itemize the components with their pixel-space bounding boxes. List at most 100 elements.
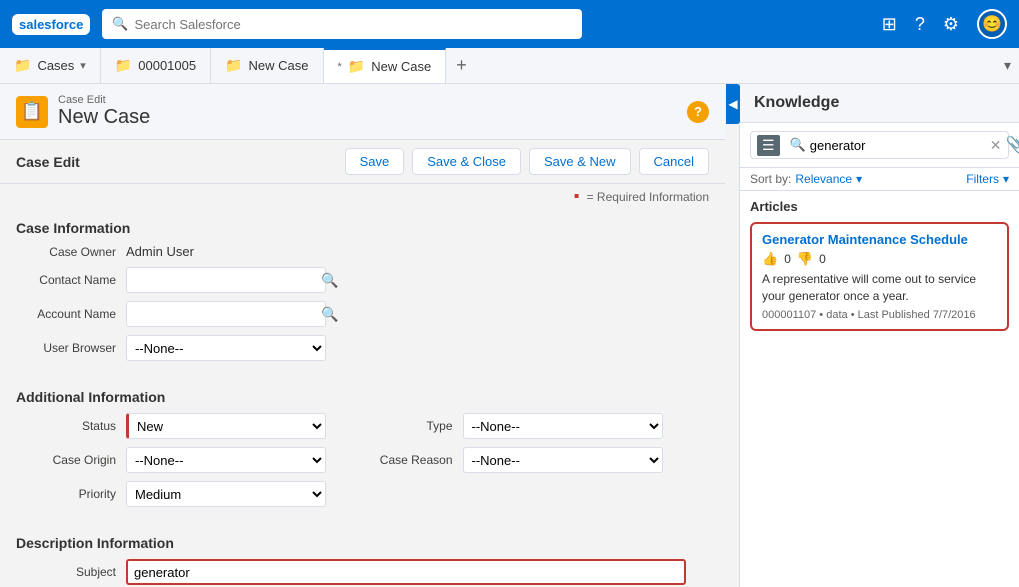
required-dot: ▪ — [574, 188, 580, 205]
tab-newcase1[interactable]: 📁 New Case — [211, 48, 323, 83]
status-type-row: Status New Type --None-- — [16, 413, 709, 439]
tab-00001005-label: 00001005 — [138, 58, 196, 73]
help-button[interactable]: ? — [687, 101, 709, 123]
article-title[interactable]: Generator Maintenance Schedule — [762, 232, 997, 247]
user-browser-row: User Browser --None-- — [16, 335, 709, 361]
additional-information-header: Additional Information — [16, 379, 709, 413]
kn-search-icon: 🔍 — [790, 137, 806, 153]
subject-input[interactable] — [126, 559, 686, 585]
article-meta: 000001107 • data • Last Published 7/7/20… — [762, 309, 997, 321]
description-information-section: Description Information Subject — [0, 525, 725, 587]
sort-chevron: ▾ — [856, 172, 862, 186]
kn-clear-icon[interactable]: ✕ — [990, 137, 1002, 154]
article-votes: 👍 0 👎 0 — [762, 251, 997, 267]
knowledge-search-input[interactable] — [810, 138, 986, 153]
article-card[interactable]: Generator Maintenance Schedule 👍 0 👎 0 A… — [750, 222, 1009, 331]
save-close-button[interactable]: Save & Close — [412, 148, 521, 175]
tab-newcase1-icon: 📁 — [225, 57, 242, 74]
knowledge-sort-bar: Sort by: Relevance ▾ Filters ▾ — [740, 168, 1019, 191]
thumbs-up-icon[interactable]: 👍 — [762, 251, 778, 267]
account-name-input[interactable] — [127, 307, 315, 322]
article-description: A representative will come out to servic… — [762, 271, 997, 305]
page-header-text: Case Edit New Case — [58, 94, 150, 129]
hamburger-icon[interactable]: ☰ — [757, 135, 780, 156]
type-col: Type --None-- — [373, 413, 710, 439]
account-name-row: Account Name 🔍 — [16, 301, 709, 327]
tab-newcase1-label: New Case — [249, 58, 309, 73]
article-last-published: Last Published 7/7/2016 — [858, 309, 976, 321]
tab-00001005[interactable]: 📁 00001005 — [101, 48, 211, 83]
save-button[interactable]: Save — [345, 148, 405, 175]
priority-label: Priority — [16, 487, 126, 501]
tab-00001005-icon: 📁 — [115, 57, 132, 74]
status-select[interactable]: New — [126, 413, 326, 439]
contact-name-lookup-icon[interactable]: 🔍 — [315, 272, 344, 289]
cancel-button[interactable]: Cancel — [639, 148, 709, 175]
kn-attach-icon[interactable]: 📎 — [1005, 135, 1019, 155]
cases-tab-chevron[interactable]: ▾ — [80, 59, 86, 72]
account-name-input-wrapper: 🔍 — [126, 301, 326, 327]
description-information-header: Description Information — [16, 525, 709, 559]
article-data-type: data — [826, 309, 847, 321]
cases-tab-icon: 📁 — [14, 57, 31, 74]
edit-toolbar-label: Case Edit — [16, 154, 80, 170]
user-browser-label: User Browser — [16, 341, 126, 355]
cases-tab-label: Cases — [37, 58, 74, 73]
filter-chevron: ▾ — [1003, 172, 1009, 186]
case-origin-select[interactable]: --None-- — [126, 447, 326, 473]
tab-cases[interactable]: 📁 Cases ▾ — [0, 48, 101, 83]
sort-relevance-link[interactable]: Relevance — [795, 172, 852, 186]
collapse-handle[interactable]: ◀ — [726, 84, 740, 124]
account-name-lookup-icon[interactable]: 🔍 — [315, 306, 344, 323]
case-information-header: Case Information — [16, 210, 709, 244]
tab-end-arrow[interactable]: ▾ — [996, 48, 1019, 83]
case-origin-label: Case Origin — [16, 453, 126, 467]
contact-name-input[interactable] — [127, 273, 315, 288]
case-header-icon: 📋 — [16, 96, 48, 128]
subject-row: Subject — [16, 559, 709, 585]
knowledge-search-box: ☰ 🔍 ✕ 📎 — [750, 131, 1009, 159]
additional-information-section: Additional Information Status New Type -… — [0, 379, 725, 525]
search-input[interactable] — [135, 17, 573, 32]
contact-name-label: Contact Name — [16, 273, 126, 287]
status-col: Status New — [16, 413, 353, 439]
type-select[interactable]: --None-- — [463, 413, 663, 439]
tab-newcase2[interactable]: * 📁 New Case — [324, 48, 447, 83]
case-reason-select[interactable]: --None-- — [463, 447, 663, 473]
filters-link[interactable]: Filters — [966, 172, 999, 186]
user-browser-select[interactable]: --None-- — [126, 335, 326, 361]
required-info: ▪ = Required Information — [0, 184, 725, 210]
case-owner-row: Case Owner Admin User — [16, 244, 709, 259]
thumbs-down-count: 0 — [819, 252, 826, 266]
case-reason-label: Case Reason — [373, 453, 463, 467]
knowledge-search-area: ☰ 🔍 ✕ 📎 — [740, 123, 1019, 168]
edit-toolbar: Case Edit Save Save & Close Save & New C… — [0, 140, 725, 184]
user-avatar[interactable]: 😊 — [977, 9, 1007, 39]
page-header: 📋 Case Edit New Case ? — [0, 84, 725, 140]
tab-add-button[interactable]: + — [446, 48, 477, 83]
page-title: New Case — [58, 106, 150, 129]
help-nav-icon[interactable]: ? — [915, 14, 925, 35]
tab-asterisk: * — [338, 61, 342, 73]
status-label: Status — [16, 419, 126, 433]
case-origin-col: Case Origin --None-- — [16, 447, 353, 473]
apps-icon[interactable]: ⊞ — [882, 14, 897, 35]
knowledge-panel: Knowledge ☰ 🔍 ✕ 📎 Sort by: Relevance ▾ F… — [739, 84, 1019, 587]
thumbs-down-icon[interactable]: 👎 — [797, 251, 813, 267]
tab-newcase2-label: New Case — [371, 59, 431, 74]
page-subtitle: Case Edit — [58, 94, 150, 106]
tab-newcase2-icon: 📁 — [348, 58, 365, 75]
settings-icon[interactable]: ⚙ — [943, 14, 959, 35]
tab-bar: 📁 Cases ▾ 📁 00001005 📁 New Case * 📁 New … — [0, 48, 1019, 84]
main-layout: 📋 Case Edit New Case ? Case Edit Save Sa… — [0, 84, 1019, 587]
save-new-button[interactable]: Save & New — [529, 148, 631, 175]
origin-reason-row: Case Origin --None-- Case Reason --None-… — [16, 447, 709, 473]
search-bar[interactable]: 🔍 — [102, 9, 582, 39]
priority-select[interactable]: Medium — [126, 481, 326, 507]
account-name-label: Account Name — [16, 307, 126, 321]
salesforce-logo: salesforce — [12, 14, 90, 35]
contact-name-row: Contact Name 🔍 — [16, 267, 709, 293]
case-reason-col: Case Reason --None-- — [373, 447, 710, 473]
search-icon: 🔍 — [112, 16, 128, 32]
thumbs-up-count: 0 — [784, 252, 791, 266]
